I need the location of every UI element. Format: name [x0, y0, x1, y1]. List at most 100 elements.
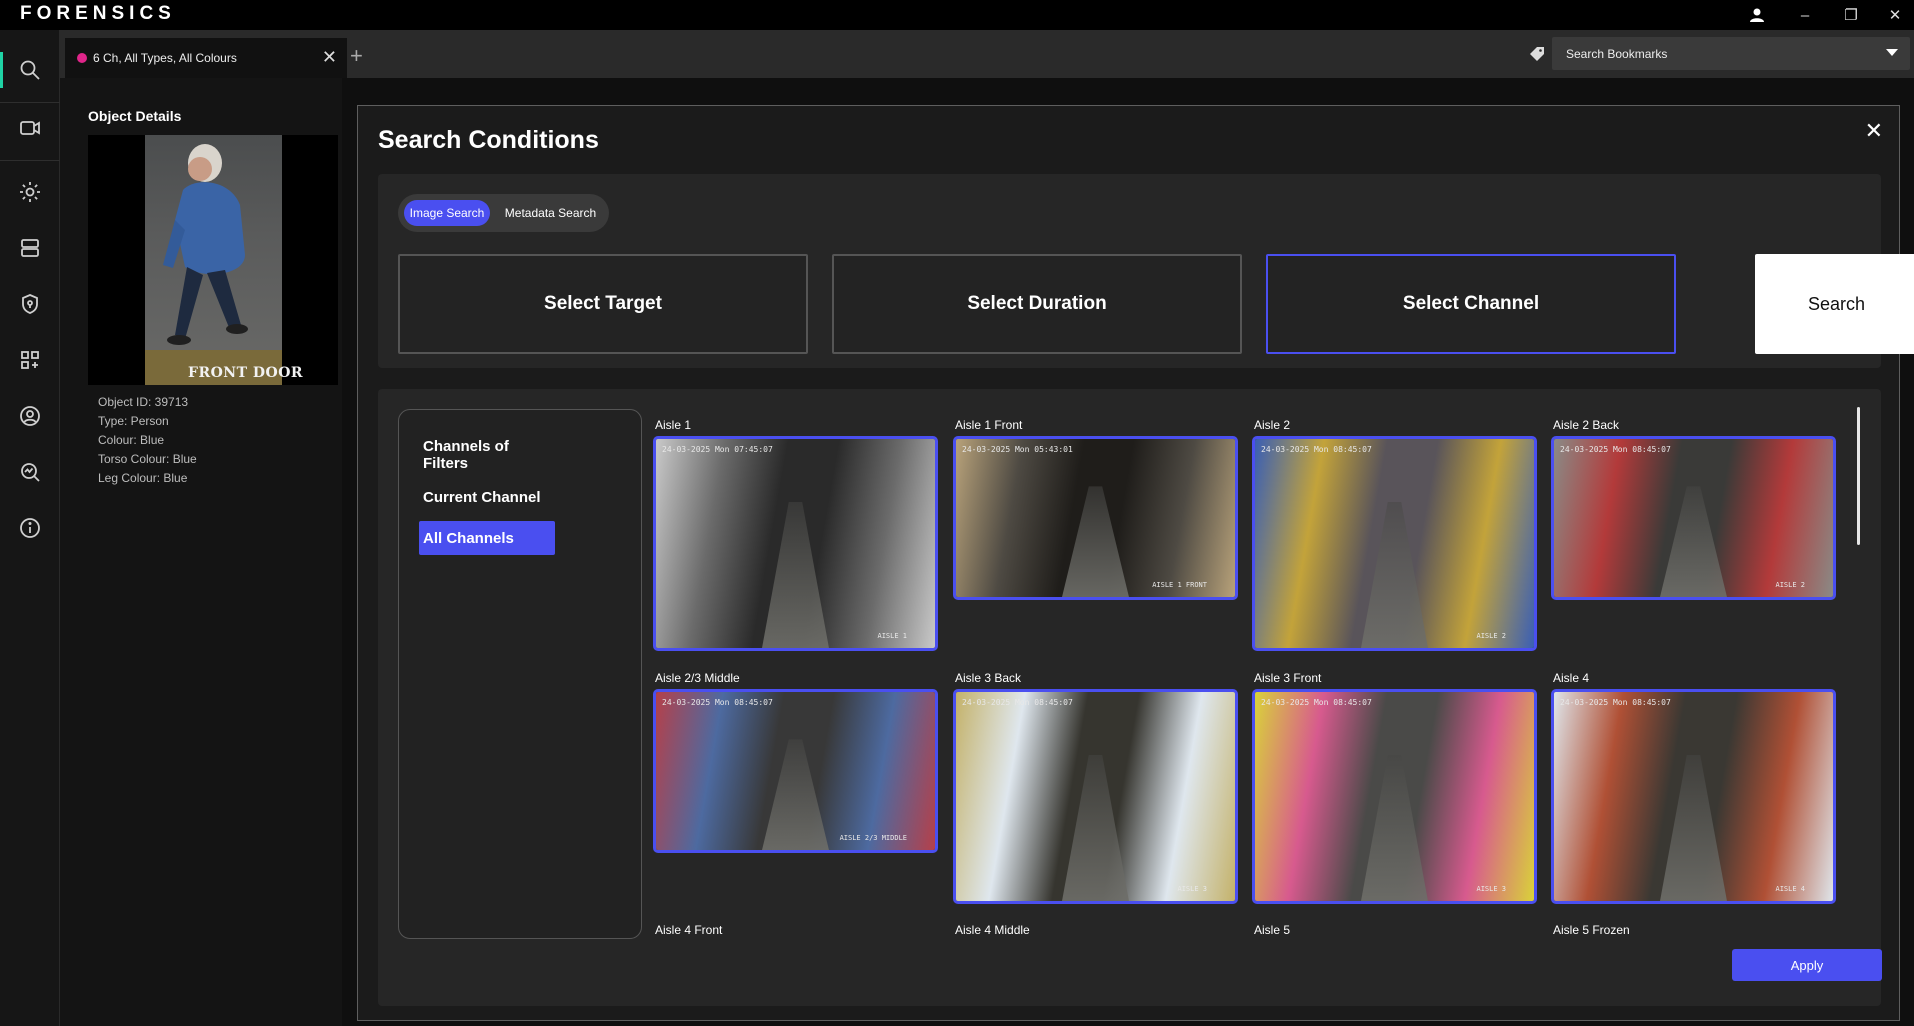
object-torso-colour: Torso Colour: Blue: [98, 452, 197, 466]
storage-icon: [21, 239, 39, 257]
channel-tile[interactable]: Aisle 5 Frozen: [1551, 923, 1841, 943]
channel-timestamp: 24-03-2025 Mon 05:43:01: [962, 445, 1073, 454]
channel-overlay-tag: AISLE 3: [1177, 885, 1207, 893]
channel-timestamp: 24-03-2025 Mon 08:45:07: [1560, 698, 1671, 707]
channel-tile[interactable]: Aisle 2 24-03-2025 Mon 08:45:07 AISLE 2: [1252, 418, 1542, 655]
close-dialog-icon[interactable]: ✕: [1865, 118, 1883, 144]
channel-tile[interactable]: Aisle 3 Front 24-03-2025 Mon 08:45:07 AISL…: [1252, 671, 1542, 908]
channel-thumbnail[interactable]: 24-03-2025 Mon 08:45:07 AISLE 2: [1252, 436, 1537, 651]
search-button[interactable]: Search: [1755, 254, 1914, 354]
image-search-tab[interactable]: Image Search: [404, 200, 490, 226]
nav-settings[interactable]: [0, 166, 60, 218]
channel-name: Aisle 4 Front: [655, 923, 723, 937]
shield-icon: [22, 294, 38, 314]
channel-timestamp: 24-03-2025 Mon 08:45:07: [962, 698, 1073, 707]
video-camera-icon: [20, 121, 40, 135]
nav-search[interactable]: [0, 44, 60, 96]
channel-tile[interactable]: Aisle 2/3 Middle 24-03-2025 Mon 08:45:07 A…: [653, 671, 943, 857]
tab-search-session[interactable]: 6 Ch, All Types, All Colours ✕: [65, 38, 347, 78]
channel-filter-list: Channels of Filters Current Channel All …: [398, 409, 642, 939]
channel-overlay-tag: AISLE 2/3 MIDDLE: [839, 834, 907, 842]
channel-thumbnail[interactable]: 24-03-2025 Mon 08:45:07 AISLE 3: [1252, 689, 1537, 904]
bookmark-tag-icon: [1530, 47, 1544, 61]
channel-tile[interactable]: Aisle 4 24-03-2025 Mon 08:45:07 AISLE 4: [1551, 671, 1841, 908]
nav-security[interactable]: [0, 278, 60, 330]
object-details-title: Object Details: [88, 108, 182, 124]
channel-name: Aisle 1: [655, 418, 692, 432]
search-icon: [20, 60, 40, 80]
filter-current-channel[interactable]: Current Channel: [419, 480, 555, 514]
tab-bar: 6 Ch, All Types, All Colours ✕ + Search …: [60, 30, 1914, 78]
channel-overlay-tag: AISLE 3: [1476, 885, 1506, 893]
channel-name: Aisle 3 Back: [955, 671, 1022, 685]
add-tab-icon[interactable]: +: [350, 43, 363, 69]
nav-info[interactable]: [0, 502, 60, 554]
select-channel-button[interactable]: Select Channel: [1266, 254, 1676, 354]
channel-name: Aisle 2: [1254, 418, 1291, 432]
channel-tile[interactable]: Aisle 1 Front 24-03-2025 Mon 05:43:01 AISL…: [953, 418, 1243, 604]
object-snapshot: FRONT DOOR: [88, 135, 338, 385]
channel-tile[interactable]: Aisle 1 24-03-2025 Mon 07:45:07 AISLE 1: [653, 418, 943, 655]
channel-name: Aisle 2 Back: [1553, 418, 1620, 432]
nav-widgets[interactable]: [0, 334, 60, 386]
channel-timestamp: 24-03-2025 Mon 08:45:07: [1261, 698, 1372, 707]
select-duration-button[interactable]: Select Duration: [832, 254, 1242, 354]
select-target-button[interactable]: Select Target: [398, 254, 808, 354]
zoom-analytics-icon: [21, 463, 40, 482]
app-brand: FORENSICS: [20, 3, 176, 24]
channel-timestamp: 24-03-2025 Mon 08:45:07: [662, 698, 773, 707]
info-icon: [20, 518, 40, 538]
search-bookmarks-dropdown[interactable]: Search Bookmarks: [1552, 37, 1910, 70]
dialog-title: Search Conditions: [378, 126, 599, 154]
tab-status-dot: [77, 53, 87, 63]
object-details-panel: Object Details FRONT DOOR Object ID: 397…: [60, 78, 342, 1026]
filter-channels-of-filters[interactable]: Channels of Filters: [419, 438, 555, 472]
close-window-button[interactable]: ✕: [1878, 3, 1912, 27]
channel-name: Aisle 4: [1553, 671, 1590, 685]
channel-overlay-tag: AISLE 1 FRONT: [1152, 581, 1207, 589]
channel-overlay-tag: AISLE 2: [1775, 581, 1805, 589]
channel-thumbnail[interactable]: 24-03-2025 Mon 08:45:07 AISLE 2/3 MIDDLE: [653, 689, 938, 853]
nav-analytics[interactable]: [0, 446, 60, 498]
channel-tile[interactable]: Aisle 3 Back 24-03-2025 Mon 08:45:07 AISLE…: [953, 671, 1243, 908]
channel-thumbnail[interactable]: 24-03-2025 Mon 08:45:07 AISLE 2: [1551, 436, 1836, 600]
filter-all-channels[interactable]: All Channels: [419, 521, 555, 555]
left-rail: [0, 30, 60, 1026]
channels-card: Channels of Filters Current Channel All …: [378, 389, 1882, 1006]
search-bookmarks-label: Search Bookmarks: [1566, 46, 1668, 61]
channel-tile[interactable]: Aisle 4 Front: [653, 923, 943, 943]
conditions-card: Image Search Metadata Search Select Targ…: [378, 174, 1914, 368]
channel-thumbnail[interactable]: 24-03-2025 Mon 08:45:07 AISLE 4: [1551, 689, 1836, 904]
apply-button[interactable]: Apply: [1732, 949, 1882, 981]
title-bar: FORENSICS – ❐ ✕: [0, 0, 1914, 30]
channel-name: Aisle 5: [1254, 923, 1291, 937]
channel-name: Aisle 4 Middle: [955, 923, 1030, 937]
channel-grid-scrollbar[interactable]: [1857, 407, 1860, 545]
restore-button[interactable]: ❐: [1834, 3, 1868, 27]
channel-tile[interactable]: Aisle 4 Middle: [953, 923, 1243, 943]
nav-video[interactable]: [0, 102, 60, 154]
channel-name: Aisle 5 Frozen: [1553, 923, 1630, 937]
channel-thumbnail[interactable]: 24-03-2025 Mon 05:43:01 AISLE 1 FRONT: [953, 436, 1238, 600]
channel-name: Aisle 1 Front: [955, 418, 1023, 432]
minimize-button[interactable]: –: [1788, 3, 1822, 27]
channel-name: Aisle 2/3 Middle: [655, 671, 740, 685]
metadata-search-tab[interactable]: Metadata Search: [498, 200, 603, 226]
search-conditions-dialog: Search Conditions ✕ Image Search Metadat…: [357, 105, 1914, 1021]
channel-timestamp: 24-03-2025 Mon 07:45:07: [662, 445, 773, 454]
channel-tile[interactable]: Aisle 2 Back 24-03-2025 Mon 08:45:07 AISLE…: [1551, 418, 1841, 604]
channel-overlay-tag: AISLE 4: [1775, 885, 1805, 893]
snapshot-caption: FRONT DOOR: [188, 365, 304, 381]
tab-label: 6 Ch, All Types, All Colours: [93, 51, 237, 65]
tab-close-icon[interactable]: ✕: [322, 47, 337, 68]
channel-thumbnail[interactable]: 24-03-2025 Mon 07:45:07 AISLE 1: [653, 436, 938, 651]
channel-tile[interactable]: Aisle 5: [1252, 923, 1542, 943]
grid-icon: [21, 351, 39, 369]
search-mode-toggle: Image Search Metadata Search: [398, 194, 609, 232]
nav-account[interactable]: [0, 390, 60, 442]
channel-thumbnail[interactable]: 24-03-2025 Mon 08:45:07 AISLE 3: [953, 689, 1238, 904]
user-icon[interactable]: [1740, 3, 1774, 27]
channel-timestamp: 24-03-2025 Mon 08:45:07: [1261, 445, 1372, 454]
channel-timestamp: 24-03-2025 Mon 08:45:07: [1560, 445, 1671, 454]
nav-storage[interactable]: [0, 222, 60, 274]
